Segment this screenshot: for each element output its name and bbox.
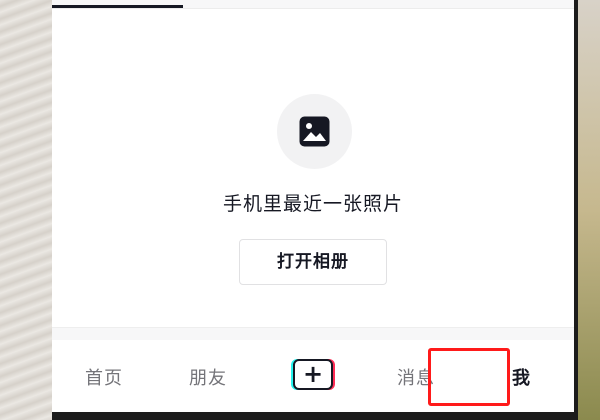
nav-item-me[interactable]: 我 [512,364,531,390]
divider [52,327,574,340]
open-album-button[interactable]: 打开相册 [239,239,387,285]
active-tab-indicator [52,5,183,8]
tab-strip [52,0,574,9]
empty-state-panel: 手机里最近一张照片 打开相册 [52,9,574,327]
highlight-annotation [428,348,510,406]
create-button[interactable]: + [291,359,335,390]
background-left [0,0,52,420]
create-plus-icon: + [293,359,333,390]
image-icon [277,94,352,169]
background-right [578,0,600,420]
nav-item-home[interactable]: 首页 [85,364,123,390]
recent-photo-prompt: 手机里最近一张照片 [222,193,403,215]
nav-item-friends[interactable]: 朋友 [189,364,227,390]
